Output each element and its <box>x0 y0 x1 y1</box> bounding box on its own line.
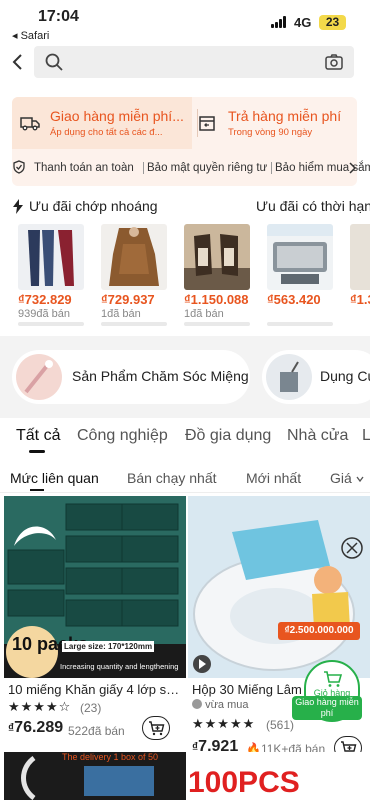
recent-purchase-tag: vừa mua <box>192 699 249 711</box>
trust-privacy: Bảo mật quyền riêng tư <box>147 162 268 174</box>
tab-household[interactable]: Đồ gia dụng <box>185 427 271 445</box>
sold-progress <box>267 322 333 326</box>
tab-all[interactable]: Tất cả <box>16 427 60 445</box>
category-pill-oral-care[interactable]: Sản Phẩm Chăm Sóc Miệng <box>12 350 250 404</box>
sort-newest[interactable]: Mới nhất <box>246 470 301 486</box>
category-suggestions: Sản Phẩm Chăm Sóc Miệng Dụng Cụ <box>0 336 370 418</box>
sort-price-label: Giá <box>330 470 352 486</box>
product-card[interactable]: 10 packs Large size: 170*120mm Increasin… <box>4 496 186 766</box>
signal-icon <box>271 16 288 28</box>
flash-item[interactable]: ₫1.3 <box>350 224 370 326</box>
flash-sold: 1đã bán <box>101 308 141 320</box>
tab-industrial[interactable]: Công nghiệp <box>77 427 168 445</box>
flash-price: ₫1.3 <box>350 292 370 307</box>
flash-sale-title: Ưu đãi chớp nhoáng <box>29 198 158 214</box>
flash-item[interactable]: ₫729.937 1đã bán <box>101 224 167 326</box>
search-input[interactable] <box>34 46 354 78</box>
product-image <box>21 755 154 800</box>
trust-secure-payment: Thanh toán an toàn <box>34 162 134 174</box>
flash-item[interactable]: ₫563.420 <box>267 224 333 326</box>
product-image <box>350 224 370 290</box>
benefits-card[interactable]: Giao hàng miễn phí... Áp dụng cho tất cả… <box>12 97 370 186</box>
review-count: (561) <box>266 718 295 732</box>
sort-relevance[interactable]: Mức liên quan <box>10 470 99 486</box>
sold-progress <box>184 322 250 326</box>
chevron-right-icon <box>349 162 357 174</box>
recent-purchase-text: vừa mua <box>205 699 249 711</box>
flash-item[interactable]: ₫1.150.088 1đã bán <box>184 224 250 326</box>
category-label: Dụng Cụ <box>320 368 370 384</box>
product-card[interactable]: 100PCS <box>188 752 370 800</box>
sold-progress <box>18 322 84 326</box>
network-type: 4G <box>294 15 312 30</box>
category-image <box>266 354 312 400</box>
product-card[interactable]: The delivery 1 box of 50 <box>4 752 186 800</box>
avatar <box>192 699 202 709</box>
image-caption: 100PCS <box>188 766 300 799</box>
product-image: ₫2.500.000.000 <box>188 496 370 678</box>
flash-price: ₫729.937 <box>101 292 155 307</box>
active-tab-indicator <box>29 450 45 453</box>
product-card[interactable]: ₫2.500.000.000 Hộp 30 Miếng Lâm Sạch vừa… <box>188 496 370 766</box>
status-time: 17:04 <box>38 8 79 25</box>
battery-indicator: 23 <box>319 15 346 30</box>
limited-deals-link[interactable]: Ưu đãi có thời hạn <box>256 198 370 214</box>
image-size-label: Large size: 170*120mm <box>62 641 155 652</box>
add-to-cart-button[interactable] <box>142 716 170 740</box>
sort-price[interactable]: Giá <box>330 470 364 486</box>
category-image <box>16 354 62 400</box>
review-count: (23) <box>80 701 102 715</box>
truck-icon <box>20 117 40 131</box>
tab-more[interactable]: L <box>362 427 370 445</box>
product-image <box>267 224 333 290</box>
rating-stars: ★★★★★ <box>192 716 256 731</box>
cart-icon <box>324 671 343 687</box>
flash-price: ₫732.829 <box>18 292 72 307</box>
tab-home[interactable]: Nhà cửa <box>287 427 348 445</box>
free-shipping-title: Giao hàng miễn phí... <box>50 108 184 124</box>
flash-price: ₫1.150.088 <box>184 292 249 307</box>
image-caption: Increasing quantity and lengthening <box>60 662 179 671</box>
category-label: Sản Phẩm Chăm Sóc Miệng <box>72 368 249 384</box>
return-box-icon <box>199 116 215 131</box>
camera-icon[interactable] <box>324 52 344 72</box>
sold-progress <box>101 322 167 326</box>
chevron-down-icon <box>356 476 364 483</box>
flash-item[interactable]: ₫732.829 939đã bán <box>18 224 84 326</box>
sold-count: 522đã bán <box>68 724 125 738</box>
flash-sold: 939đã bán <box>18 308 70 320</box>
product-image <box>184 224 250 290</box>
search-icon <box>45 53 63 71</box>
free-return-title: Trả hàng miễn phí <box>228 108 342 124</box>
image-price-tag: ₫2.500.000.000 <box>278 622 360 640</box>
category-pill-tools[interactable]: Dụng Cụ <box>262 350 370 404</box>
free-shipping-tag: Giao hàng miễn phí <box>292 696 362 720</box>
product-image <box>101 224 167 290</box>
flash-sold: 1đã bán <box>184 308 224 320</box>
rating-stars: ★★★★☆ <box>8 699 72 714</box>
lightning-icon <box>13 199 23 214</box>
product-title: 10 miếng Khăn giấy 4 lớp siêu... <box>8 682 182 697</box>
free-return-subtitle: Trong vòng 90 ngày <box>228 127 313 138</box>
back-arrow-icon[interactable] <box>8 52 28 72</box>
trust-row[interactable]: Thanh toán an toàn Bảo mật quyền riêng t… <box>12 154 370 180</box>
back-to-safari[interactable]: ◂ Safari <box>12 29 49 42</box>
flash-price: ₫563.420 <box>267 292 321 307</box>
active-sort-indicator <box>30 489 44 491</box>
sort-bestselling[interactable]: Bán chạy nhất <box>127 470 217 486</box>
cart-plus-icon <box>149 721 165 736</box>
product-image <box>18 224 84 290</box>
shield-icon <box>13 160 25 174</box>
product-price: ₫76.289 <box>8 719 63 737</box>
free-shipping-subtitle: Áp dụng cho tất cả các đ... <box>50 127 163 138</box>
status-bar: 17:04 ◂ Safari 4G 23 <box>0 0 370 44</box>
product-image: 10 packs Large size: 170*120mm Increasin… <box>4 496 186 678</box>
price-value: 76.289 <box>14 719 64 736</box>
